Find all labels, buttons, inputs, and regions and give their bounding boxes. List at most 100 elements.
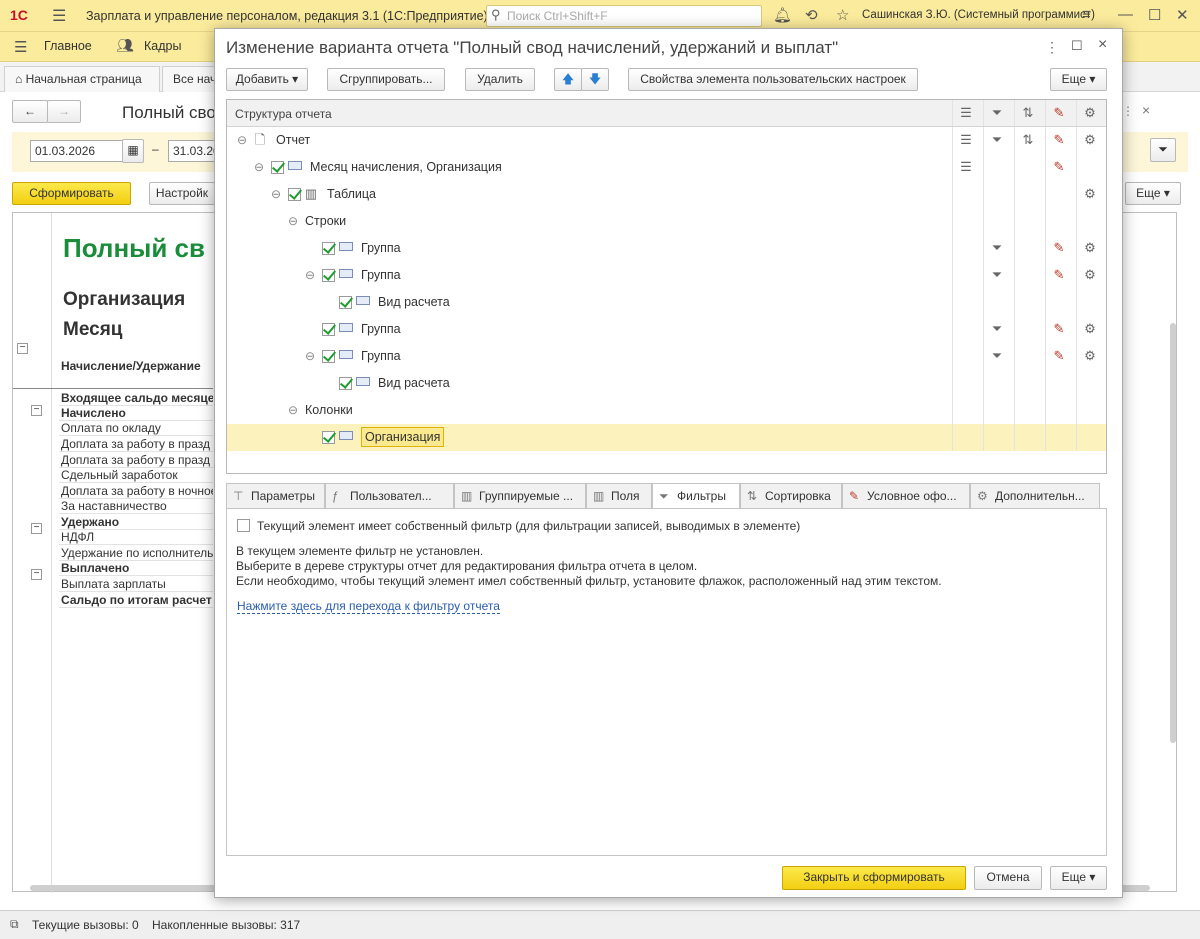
tab-all-accruals[interactable]: Все нач [162, 66, 222, 92]
appearance-icon[interactable]: ✎ [1051, 240, 1067, 256]
more-dots-icon[interactable]: ⋮ [1122, 104, 1134, 118]
appearance-icon[interactable]: ✎ [1051, 267, 1067, 283]
tree-row-checkbox[interactable] [288, 188, 301, 201]
settings-icon[interactable]: ⚙ [1082, 348, 1098, 364]
tree-row[interactable]: ⊖ 🗋 Отчет ☰ ⏷ ⇅ ✎ ⚙ [227, 127, 1106, 154]
generate-button[interactable]: Сформировать [12, 182, 131, 205]
filter-icon[interactable]: ⏷ [989, 267, 1005, 283]
collapse-icon[interactable]: ⊖ [237, 133, 247, 147]
menu-icon[interactable]: ☰ [14, 38, 27, 56]
collapse-icon[interactable]: ⊖ [305, 268, 315, 282]
more-button[interactable]: Еще ▾ [1125, 182, 1181, 205]
tree-row-checkbox[interactable] [271, 161, 284, 174]
history-icon[interactable]: ⟲ [805, 6, 818, 24]
filter-icon[interactable]: ⏷ [989, 348, 1005, 364]
maximize-icon[interactable]: ☐ [1148, 6, 1161, 24]
more-button[interactable]: Еще ▾ [1050, 68, 1107, 91]
tree-row[interactable]: Организация [227, 424, 1106, 451]
more-dots-icon[interactable]: ⋮ [1045, 39, 1059, 56]
tree-row[interactable]: ⊖ Месяц начисления, Организация ☰ ✎ [227, 154, 1106, 181]
settings-icon[interactable]: ⚙ [1082, 132, 1098, 148]
settings-icon[interactable]: ≡ [1082, 6, 1091, 23]
report-structure-tree[interactable]: Структура отчета ☰ ⏷ ⇅ ✎ ⚙ ⊖ 🗋 Отчет ☰ ⏷ ⇅ ✎ ⚙ ⊖… [226, 99, 1107, 474]
bell-icon[interactable]: 🔔︎ [773, 6, 792, 24]
collapse-icon[interactable]: ⊖ [288, 403, 298, 417]
tree-row-checkbox[interactable] [322, 323, 335, 336]
tree-row[interactable]: ⊖ ▥ Таблица ⚙ [227, 181, 1106, 208]
settings-icon[interactable]: ⚙ [1082, 240, 1098, 256]
move-up-button[interactable]: 🡅 [554, 68, 582, 91]
group-button[interactable]: Сгруппировать... [327, 68, 445, 91]
settings-icon[interactable]: ⚙ [1082, 321, 1098, 337]
collapse-icon[interactable]: ⊖ [254, 160, 264, 174]
tab-6[interactable]: ⇅ Сортировка [740, 483, 842, 509]
appearance-icon[interactable]: ✎ [1051, 159, 1067, 175]
collapse-icon[interactable]: − [17, 343, 28, 354]
close-and-generate-button[interactable]: Закрыть и сформировать [782, 866, 966, 890]
collapse-icon[interactable]: − [31, 569, 42, 580]
menu-icon[interactable]: ☰ [52, 6, 66, 26]
tree-row-checkbox[interactable] [322, 431, 335, 444]
forward-button[interactable]: → [47, 100, 81, 123]
tree-row[interactable]: ⊖ Группа ⏷ ✎ ⚙ [227, 262, 1106, 289]
tab-2[interactable]: ƒ Пользовател... [325, 483, 454, 509]
filter-icon[interactable]: ⏷ [1150, 138, 1176, 162]
tree-row[interactable]: ⊖ Колонки [227, 397, 1106, 424]
maximize-icon[interactable]: ☐ [1071, 38, 1083, 54]
date-from-field[interactable]: 01.03.2026 [30, 140, 123, 162]
tree-row[interactable]: Вид расчета [227, 370, 1106, 397]
section-main[interactable]: Главное [44, 39, 92, 53]
tab-7[interactable]: ✎ Условное офо... [842, 483, 970, 509]
collapse-icon[interactable]: ⊖ [305, 349, 315, 363]
settings-icon[interactable]: ⚙ [1082, 186, 1098, 202]
tab-4[interactable]: ▥ Поля [586, 483, 652, 509]
close-icon[interactable]: × [1098, 36, 1107, 54]
tree-row[interactable]: Группа ⏷ ✎ ⚙ [227, 316, 1106, 343]
scrollbar[interactable] [1170, 323, 1176, 743]
collapse-icon[interactable]: − [31, 405, 42, 416]
tree-row-checkbox[interactable] [339, 377, 352, 390]
appearance-icon[interactable]: ✎ [1051, 132, 1067, 148]
filter-icon[interactable]: ⏷ [989, 240, 1005, 256]
user-name[interactable]: Сашинская З.Ю. (Системный программист) [862, 9, 1095, 21]
tab-3[interactable]: ▥ Группируемые ... [454, 483, 586, 509]
tree-row[interactable]: Группа ⏷ ✎ ⚙ [227, 235, 1106, 262]
search-input[interactable]: ⚲ Поиск Ctrl+Shift+F [486, 5, 762, 27]
grouping-icon[interactable]: ☰ [958, 132, 974, 148]
appearance-icon[interactable]: ✎ [1051, 321, 1067, 337]
cancel-button[interactable]: Отмена [974, 866, 1042, 890]
settings-button[interactable]: Настройк [149, 182, 215, 205]
add-button[interactable]: Добавить ▾ [226, 68, 308, 91]
more-button[interactable]: Еще ▾ [1050, 866, 1107, 890]
tab-8[interactable]: ⚙ Дополнительн... [970, 483, 1100, 509]
close-icon[interactable]: × [1142, 102, 1150, 118]
tree-row-checkbox[interactable] [339, 296, 352, 309]
collapse-icon[interactable]: ⊖ [288, 214, 298, 228]
tree-row-checkbox[interactable] [322, 269, 335, 282]
minimize-icon[interactable]: — [1118, 6, 1133, 23]
close-icon[interactable]: ✕ [1176, 6, 1189, 24]
delete-button[interactable]: Удалить [465, 68, 535, 91]
grouping-icon[interactable]: ☰ [958, 159, 974, 175]
own-filter-checkbox[interactable] [237, 519, 250, 532]
tree-row[interactable]: ⊖ Строки [227, 208, 1106, 235]
section-staff[interactable]: Кадры [144, 39, 181, 53]
collapse-icon[interactable]: ⊖ [271, 187, 281, 201]
star-icon[interactable]: ☆ [836, 6, 849, 24]
properties-button[interactable]: Свойства элемента пользовательских настр… [628, 68, 918, 91]
tree-row[interactable]: ⊖ Группа ⏷ ✎ ⚙ [227, 343, 1106, 370]
sort-icon[interactable]: ⇅ [1020, 132, 1036, 148]
back-button[interactable]: ← [12, 100, 48, 123]
tab-1[interactable]: ⊤ Параметры [226, 483, 325, 509]
tree-row[interactable]: Вид расчета [227, 289, 1106, 316]
date-to-field[interactable]: 31.03.20 [168, 140, 216, 162]
appearance-icon[interactable]: ✎ [1051, 348, 1067, 364]
tree-row-checkbox[interactable] [322, 350, 335, 363]
tab-5[interactable]: ⏷ Фильтры [652, 483, 740, 509]
collapse-icon[interactable]: − [31, 523, 42, 534]
settings-icon[interactable]: ⚙ [1082, 267, 1098, 283]
tree-row-checkbox[interactable] [322, 242, 335, 255]
tab-home[interactable]: ⌂ Начальная страница [4, 66, 160, 92]
move-down-button[interactable]: 🡇 [581, 68, 609, 91]
filter-icon[interactable]: ⏷ [989, 132, 1005, 148]
